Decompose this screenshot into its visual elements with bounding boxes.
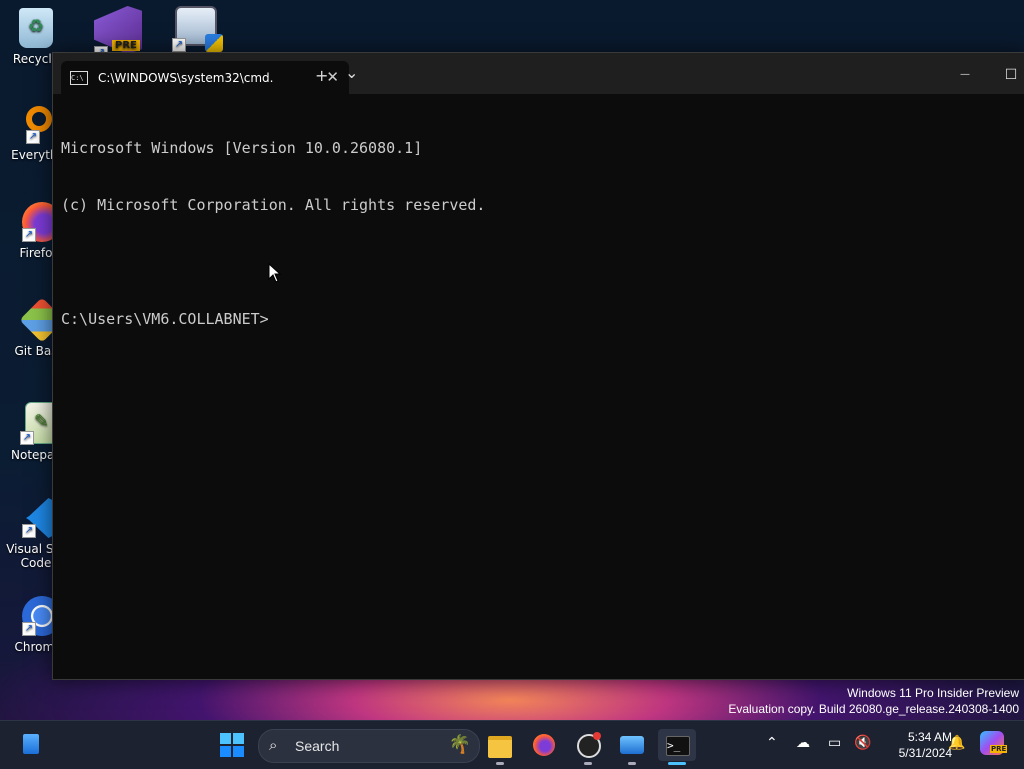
clock-time: 5:34 AM — [907, 730, 952, 744]
firefox-icon — [533, 734, 555, 756]
search-icon: ⌕ — [269, 736, 278, 754]
watermark-line: Windows 11 Pro Insider Preview — [847, 686, 1019, 700]
command-prompt: C:\Users\VM6.COLLABNET> — [61, 310, 269, 328]
running-indicator — [628, 762, 636, 765]
console-line: Microsoft Windows [Version 10.0.26080.1] — [61, 139, 423, 157]
preview-badge: PRE — [112, 40, 140, 51]
notification-bell-icon[interactable]: 🔔 — [948, 735, 965, 751]
desktop-icon-visual-studio-preview[interactable]: PRE ↗ — [86, 6, 150, 60]
widgets-icon — [23, 734, 39, 754]
show-hidden-icons-chevron-icon[interactable]: ⌃ — [766, 735, 778, 751]
tab-cmd[interactable]: C:\ C:\WINDOWS\system32\cmd. ✕ — [61, 61, 349, 94]
cmd-icon: C:\ — [70, 70, 88, 85]
onedrive-offline-icon[interactable]: ☁ — [796, 735, 810, 751]
watermark-line: Evaluation copy. Build 26080.ge_release.… — [728, 702, 1019, 716]
running-indicator — [668, 762, 686, 765]
recording-dot-icon — [593, 732, 601, 740]
photos-icon — [620, 736, 644, 754]
terminal-icon: >_ — [666, 736, 690, 756]
copilot-button[interactable]: PRE — [980, 731, 1008, 757]
file-explorer-button[interactable] — [484, 729, 516, 765]
recycle-bin-icon: ♻ — [19, 8, 53, 48]
widgets-button[interactable] — [16, 729, 48, 761]
search-label: Search — [295, 738, 340, 754]
clock[interactable]: 5:34 AM 5/31/2024 — [899, 729, 952, 761]
shortcut-arrow-icon: ↗ — [172, 38, 186, 52]
minimize-button[interactable]: — — [942, 61, 988, 89]
photos-taskbar-button[interactable] — [616, 729, 648, 765]
evaluation-watermark: Windows 11 Pro Insider Preview Evaluatio… — [728, 685, 1019, 717]
terminal-window[interactable]: C:\ C:\WINDOWS\system32\cmd. ✕ + ⌄ — ☐ M… — [52, 52, 1024, 680]
magnifier-icon: ↗ — [16, 104, 56, 144]
terminal-taskbar-button[interactable]: >_ — [658, 729, 696, 765]
network-icon[interactable]: ▭ — [828, 735, 841, 751]
firefox-taskbar-button[interactable] — [528, 729, 560, 761]
running-indicator — [584, 762, 592, 765]
preview-badge: PRE — [990, 745, 1008, 753]
taskbar: ⌕ Search 🌴 >_ ⌃ ☁ ▭ 🔇 5:34 AM 5/31/2024 … — [0, 720, 1024, 769]
tab-title: C:\WINDOWS\system32\cmd. — [98, 70, 274, 85]
maximize-button[interactable]: ☐ — [988, 61, 1024, 89]
obs-taskbar-button[interactable] — [572, 729, 604, 765]
folder-icon — [488, 736, 512, 758]
search-box[interactable]: ⌕ Search 🌴 — [258, 729, 480, 763]
title-bar[interactable]: C:\ C:\WINDOWS\system32\cmd. ✕ + ⌄ — ☐ — [53, 53, 1024, 94]
console-line: (c) Microsoft Corporation. All rights re… — [61, 196, 486, 214]
windows-logo-icon — [220, 733, 244, 757]
clock-date: 5/31/2024 — [898, 746, 952, 760]
start-button[interactable] — [216, 729, 248, 761]
volume-muted-icon[interactable]: 🔇 — [854, 735, 871, 751]
tab-dropdown-chevron-icon[interactable]: ⌄ — [345, 63, 358, 82]
search-highlight-icon: 🌴 — [448, 734, 471, 755]
console-output[interactable]: Microsoft Windows [Version 10.0.26080.1]… — [61, 101, 1017, 367]
running-indicator — [496, 762, 504, 765]
desktop-icon-network-computer[interactable]: ↗ — [164, 6, 228, 52]
desktop-icon-label: Firefo — [19, 246, 53, 260]
new-tab-button[interactable]: + — [315, 66, 328, 85]
